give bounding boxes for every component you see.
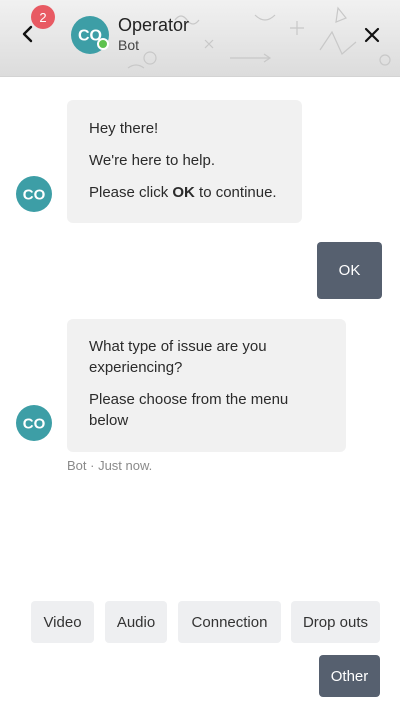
chevron-left-icon <box>22 25 33 43</box>
quick-reply-drop-outs[interactable]: Drop outs <box>291 601 380 643</box>
message-line: Please click OK to continue. <box>89 184 277 201</box>
message-line: What type of issue are you experiencing? <box>89 338 267 376</box>
svg-text:CO: CO <box>23 416 46 433</box>
bot-avatar: CO <box>16 405 52 441</box>
bot-message-bubble: Hey there! We're here to help. Please cl… <box>67 100 302 223</box>
message-line: We're here to help. <box>89 152 215 169</box>
bot-message-bubble: What type of issue are you experiencing?… <box>67 319 346 452</box>
message-meta: Bot · Just now. <box>67 458 153 473</box>
quick-reply-video[interactable]: Video <box>31 601 94 643</box>
user-message-bubble: OK <box>317 242 382 299</box>
chat-header: 2 CO Operator Bot <box>0 0 400 77</box>
online-status-dot <box>97 38 109 50</box>
unread-badge: 2 <box>31 5 55 29</box>
bot-avatar: CO <box>16 176 52 212</box>
quick-reply-other[interactable]: Other <box>319 655 380 697</box>
close-icon <box>364 27 380 43</box>
svg-text:CO: CO <box>23 187 46 204</box>
quick-reply-connection[interactable]: Connection <box>178 601 281 643</box>
message-line: Please choose from the menu below <box>89 391 289 429</box>
header-doodle-pattern <box>127 6 391 69</box>
ok-emphasis: OK <box>172 184 195 201</box>
message-line: Hey there! <box>89 120 159 137</box>
header-title: Operator <box>118 15 190 35</box>
header-subtitle: Bot <box>118 37 140 53</box>
quick-reply-audio[interactable]: Audio <box>105 601 167 643</box>
close-button[interactable] <box>359 22 385 48</box>
